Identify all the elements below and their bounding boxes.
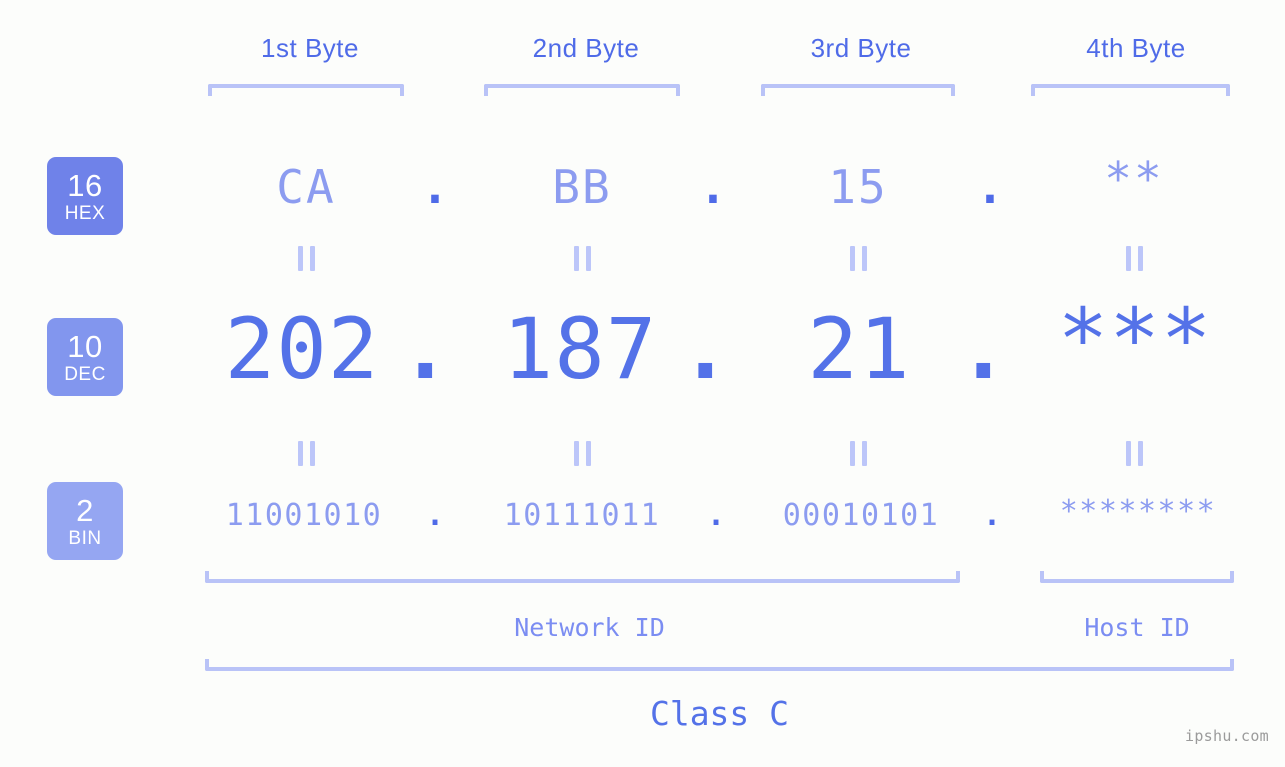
dec-byte-3: 21 [807,300,911,398]
bin-byte-2: 10111011 [503,498,661,533]
hex-byte-1: CA [276,160,336,214]
host-id-label: Host ID [1084,613,1190,642]
dec-byte-1: 202 [224,300,380,398]
dec-dot-2: . [680,300,731,398]
ip-breakdown-diagram: 1st Byte 2nd Byte 3rd Byte 4th Byte 16 H… [0,0,1285,767]
host-id-bracket [1040,571,1234,583]
bin-byte-4: ******** [1059,494,1217,529]
base-badge-bin-unit: BIN [68,527,102,549]
base-badge-hex-unit: HEX [64,202,106,224]
byte-header-4: 4th Byte [1086,33,1186,63]
byte-bracket-2 [484,84,680,96]
site-watermark: ipshu.com [1185,727,1269,745]
byte-header-3: 3rd Byte [810,33,912,63]
bin-byte-3: 00010101 [782,498,940,533]
byte-header-1: 1st Byte [261,33,359,63]
equals-separator-hexdec-3 [728,246,988,271]
bin-dot-2: . [706,498,726,533]
dec-byte-4: *** [1057,290,1213,388]
byte-header-2: 2nd Byte [532,33,640,63]
equals-separator-hexdec-2 [452,246,712,271]
class-label: Class C [649,694,790,733]
bin-dot-3: . [982,498,1002,533]
network-id-label: Network ID [514,613,665,642]
network-id-bracket [205,571,960,583]
byte-bracket-1 [208,84,404,96]
base-badge-dec-number: 10 [67,328,103,364]
base-badge-bin: 2 BIN [47,482,123,560]
bin-dot-1: . [425,498,445,533]
base-badge-hex-number: 16 [67,167,103,203]
base-badge-dec: 10 DEC [47,318,123,396]
dec-byte-2: 187 [502,300,658,398]
hex-dot-1: . [421,160,449,214]
equals-separator-decbin-3 [728,441,988,466]
equals-separator-hexdec-4 [1004,246,1264,271]
equals-separator-decbin-4 [1004,441,1264,466]
equals-separator-decbin-2 [452,441,712,466]
equals-separator-decbin-1 [176,441,436,466]
hex-byte-4: ** [1104,152,1164,206]
byte-bracket-4 [1031,84,1230,96]
byte-bracket-3 [761,84,955,96]
base-badge-bin-number: 2 [76,492,94,528]
dec-dot-1: . [400,300,451,398]
bin-byte-1: 11001010 [225,498,383,533]
hex-byte-2: BB [552,160,612,214]
base-badge-dec-unit: DEC [64,363,106,385]
equals-separator-hexdec-1 [176,246,436,271]
hex-byte-3: 15 [828,160,888,214]
base-badge-hex: 16 HEX [47,157,123,235]
class-bracket [205,659,1234,671]
dec-dot-3: . [958,300,1009,398]
hex-dot-2: . [699,160,727,214]
